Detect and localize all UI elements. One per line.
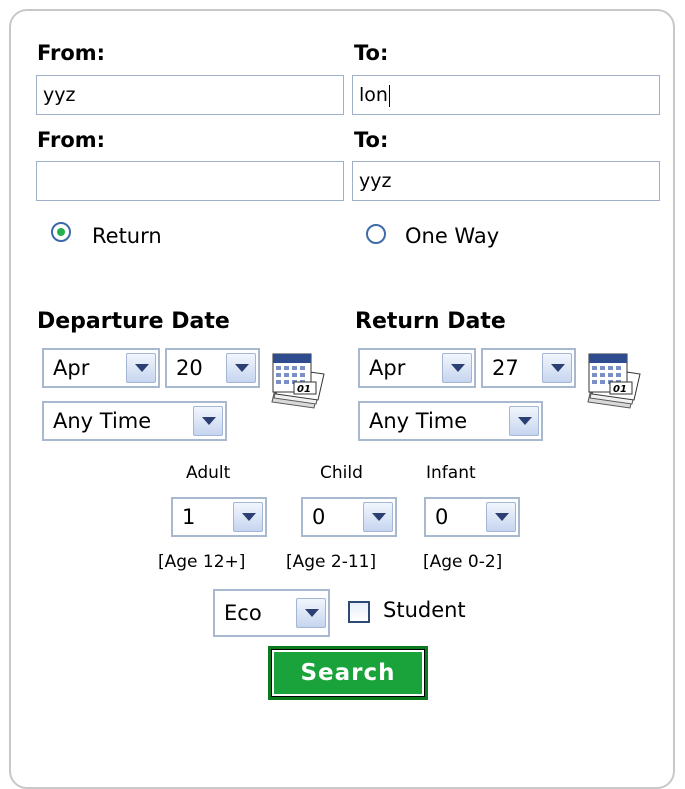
return-date-heading: Return Date <box>355 309 506 334</box>
chevron-down-icon <box>193 406 223 436</box>
cabin-class-value: Eco <box>224 601 262 625</box>
chevron-down-icon <box>233 502 263 532</box>
adult-count-select[interactable]: 1 <box>171 497 267 537</box>
chevron-down-icon <box>126 353 156 383</box>
chevron-down-icon <box>296 598 326 628</box>
cabin-class-select[interactable]: Eco <box>213 589 330 637</box>
to-label-2: To: <box>354 128 389 152</box>
chevron-down-icon <box>363 502 393 532</box>
infant-count-select[interactable]: 0 <box>424 497 520 537</box>
return-radio-label[interactable]: Return <box>92 224 162 248</box>
to-input-2-value: yyz <box>359 170 392 192</box>
student-checkbox[interactable] <box>348 601 370 623</box>
return-time-value: Any Time <box>369 409 468 433</box>
return-radio[interactable] <box>51 222 71 242</box>
departure-time-select[interactable]: Any Time <box>42 401 227 441</box>
infant-age-hint: [Age 0-2] <box>423 552 503 572</box>
calendar-icon[interactable]: 01 <box>586 352 642 410</box>
infant-count-value: 0 <box>435 505 449 529</box>
to-input-1-value: lon <box>359 84 388 106</box>
departure-month-value: Apr <box>53 356 90 380</box>
adult-label: Adult <box>186 463 231 483</box>
return-time-select[interactable]: Any Time <box>358 401 543 441</box>
return-day-select[interactable]: 27 <box>481 348 576 388</box>
student-label[interactable]: Student <box>383 598 466 622</box>
chevron-down-icon <box>442 353 472 383</box>
from-input-2[interactable] <box>36 161 344 201</box>
one-way-radio-label[interactable]: One Way <box>405 224 499 248</box>
return-month-value: Apr <box>369 356 406 380</box>
text-cursor <box>388 84 390 107</box>
infant-label: Infant <box>426 463 476 483</box>
search-button-label: Search <box>271 649 425 697</box>
child-label: Child <box>320 463 363 483</box>
to-input-1[interactable]: lon <box>352 75 660 115</box>
chevron-down-icon <box>542 353 572 383</box>
svg-text:01: 01 <box>613 384 627 395</box>
child-count-value: 0 <box>312 505 326 529</box>
child-age-hint: [Age 2-11] <box>286 552 377 572</box>
departure-day-value: 20 <box>176 356 203 380</box>
chevron-down-icon <box>226 353 256 383</box>
to-input-2[interactable]: yyz <box>352 161 660 201</box>
departure-month-select[interactable]: Apr <box>42 348 160 388</box>
calendar-icon[interactable]: 01 <box>270 352 326 410</box>
adult-age-hint: [Age 12+] <box>158 552 246 572</box>
return-month-select[interactable]: Apr <box>358 348 476 388</box>
from-label-2: From: <box>37 128 106 152</box>
departure-time-value: Any Time <box>53 409 152 433</box>
svg-text:01: 01 <box>297 384 311 395</box>
search-button[interactable]: Search <box>268 646 428 700</box>
from-input-1[interactable]: yyz <box>36 75 344 115</box>
adult-count-value: 1 <box>182 505 196 529</box>
return-day-value: 27 <box>492 356 519 380</box>
from-label-1: From: <box>37 41 106 65</box>
departure-day-select[interactable]: 20 <box>165 348 260 388</box>
to-label-1: To: <box>354 41 389 65</box>
child-count-select[interactable]: 0 <box>301 497 397 537</box>
one-way-radio[interactable] <box>366 224 386 244</box>
departure-date-heading: Departure Date <box>37 309 230 334</box>
from-input-1-value: yyz <box>43 84 76 106</box>
chevron-down-icon <box>509 406 539 436</box>
chevron-down-icon <box>486 502 516 532</box>
